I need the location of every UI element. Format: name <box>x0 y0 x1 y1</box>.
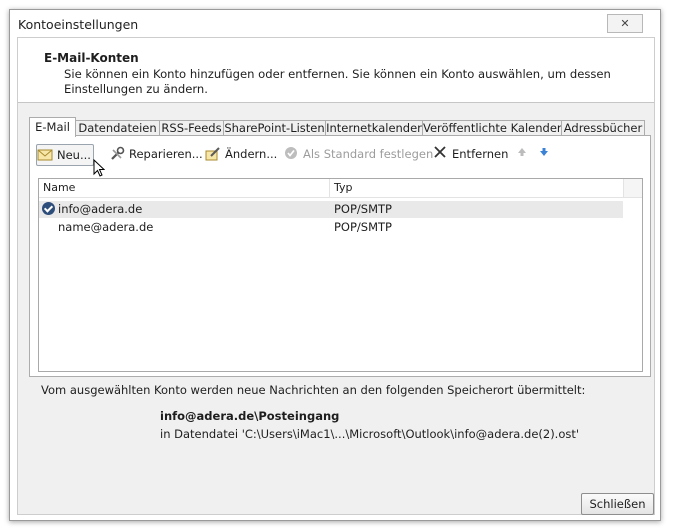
arrow-down-icon <box>536 146 552 162</box>
move-down-button[interactable] <box>536 144 552 164</box>
mouse-cursor-icon <box>93 158 106 177</box>
column-name[interactable]: Name <box>43 181 75 194</box>
remove-x-icon <box>432 146 448 162</box>
account-toolbar: Neu... Reparieren... Ändern... Als Stand… <box>30 136 650 166</box>
tab-email[interactable]: E-Mail <box>29 117 76 137</box>
set-default-button[interactable]: Als Standard festlegen <box>283 144 433 164</box>
new-account-button[interactable]: Neu... <box>36 144 94 166</box>
arrow-up-icon <box>514 146 530 162</box>
column-type[interactable]: Typ <box>334 181 353 194</box>
default-account-icon <box>42 202 55 215</box>
close-icon: ✕ <box>620 17 630 30</box>
tab-strip: E-Mail Datendateien RSS-Feeds SharePoint… <box>29 117 645 137</box>
scroll-corner <box>623 179 642 197</box>
list-header: Name Typ <box>39 179 642 198</box>
dialog-header: E-Mail-Konten Sie können ein Konto hinzu… <box>18 38 654 103</box>
header-title: E-Mail-Konten <box>44 51 139 65</box>
account-type: POP/SMTP <box>334 220 392 234</box>
account-settings-window: Kontoeinstellungen ✕ E-Mail-Konten Sie k… <box>9 9 661 521</box>
set-default-label: Als Standard festlegen <box>303 147 434 161</box>
account-name: info@adera.de <box>58 202 143 216</box>
account-type: POP/SMTP <box>334 202 392 216</box>
tab-internet-calendars[interactable]: Internetkalender <box>325 120 423 136</box>
tab-address-books[interactable]: Adressbücher <box>561 120 645 136</box>
remove-button[interactable]: Entfernen <box>432 144 508 164</box>
change-label: Ändern... <box>225 147 278 161</box>
repair-label: Reparieren... <box>129 147 203 161</box>
title-bar: Kontoeinstellungen ✕ <box>10 10 660 36</box>
window-title: Kontoeinstellungen <box>18 17 139 32</box>
change-button[interactable]: Ändern... <box>205 144 277 164</box>
delivery-location: info@adera.de\Posteingang <box>160 409 340 423</box>
column-divider[interactable] <box>329 179 330 197</box>
window-close-button[interactable]: ✕ <box>607 14 643 33</box>
dialog-body: E-Mail-Konten Sie können ein Konto hinzu… <box>17 37 655 515</box>
edit-icon <box>205 146 221 162</box>
tab-rss-feeds[interactable]: RSS-Feeds <box>159 120 224 136</box>
delivery-info: Vom ausgewählten Konto werden neue Nachr… <box>41 383 586 397</box>
account-name: name@adera.de <box>58 220 154 234</box>
account-list: Name Typ info@adera.de POP/SMTP name@ade… <box>38 178 643 372</box>
tools-icon <box>109 146 125 162</box>
check-circle-icon <box>283 146 299 162</box>
tab-published-calendars[interactable]: Veröffentlichte Kalender <box>422 120 562 136</box>
account-row[interactable]: name@adera.de POP/SMTP <box>39 219 623 236</box>
tab-sharepoint-lists[interactable]: SharePoint-Listen <box>223 120 326 136</box>
account-row[interactable]: info@adera.de POP/SMTP <box>39 201 623 218</box>
close-button[interactable]: Schließen <box>581 493 654 515</box>
delivery-file: in Datendatei 'C:\Users\iMac1\...\Micros… <box>160 427 580 441</box>
tab-data-files[interactable]: Datendateien <box>75 120 160 136</box>
email-tab-panel: Neu... Reparieren... Ändern... Als Stand… <box>29 135 651 377</box>
new-mail-icon <box>37 147 53 163</box>
repair-button[interactable]: Reparieren... <box>109 144 203 164</box>
move-up-button[interactable] <box>514 144 530 164</box>
header-description: Sie können ein Konto hinzufügen oder ent… <box>64 67 611 96</box>
remove-label: Entfernen <box>452 147 509 161</box>
new-label: Neu... <box>57 148 91 162</box>
